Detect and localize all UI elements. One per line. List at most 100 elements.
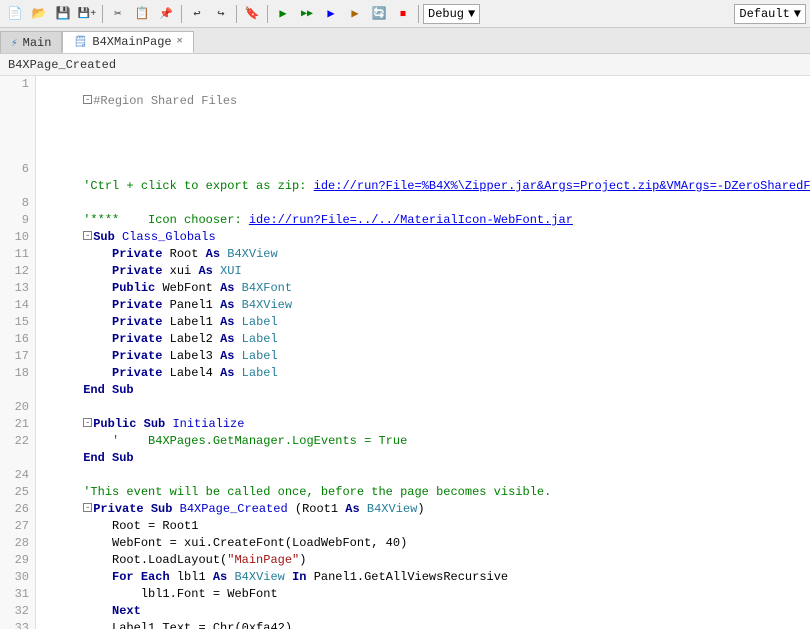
copy-btn[interactable]: 📋	[131, 3, 153, 25]
line-numbers: 1 2 3 4 5 6 7 8 9 10 11 12 13 14 15 16 1…	[0, 76, 36, 629]
code-comment-8a: '**** Icon chooser:	[83, 213, 249, 227]
run3-btn[interactable]: ▶	[320, 3, 342, 25]
ln-4: 4	[6, 127, 29, 144]
code-kw-as-14: As	[220, 315, 234, 329]
default-dropdown[interactable]: Default ▼	[734, 4, 806, 24]
code-plain-25: (Root1	[288, 502, 346, 516]
undo-btn[interactable]: ↩	[186, 3, 208, 25]
paste-btn[interactable]: 📌	[155, 3, 177, 25]
ln-3: 3	[6, 110, 29, 127]
code-kw-public-12: Public	[112, 281, 155, 295]
debug-chevron: ▼	[468, 7, 475, 21]
code-type-11: XUI	[220, 264, 242, 278]
code-space2-25	[360, 502, 367, 516]
code-kw-private-16: Private	[112, 349, 162, 363]
run4-btn[interactable]: ▶	[344, 3, 366, 25]
ln-5: 5	[6, 144, 29, 161]
ln-8: 8	[6, 195, 29, 212]
code-line-20: -Public Sub Initialize	[40, 399, 806, 416]
new-file-btn[interactable]: 📄	[4, 3, 26, 25]
default-label: Default	[739, 7, 789, 21]
fold-1[interactable]: -	[83, 95, 92, 104]
refresh-btn[interactable]: 🔄	[368, 3, 390, 25]
code-content[interactable]: -#Region Shared Files 'Ctrl + click to e…	[36, 76, 810, 629]
code-kw-as-17: As	[220, 366, 234, 380]
code-type-15: Label	[242, 332, 278, 346]
code-paren-25: )	[417, 502, 424, 516]
code-plain-17: Label4	[162, 366, 220, 380]
tab-main[interactable]: ⚡ Main	[0, 31, 62, 53]
code-kw-public-20: Public Sub	[93, 417, 165, 431]
ln-23: 23	[6, 450, 29, 467]
code-line-19	[40, 382, 806, 399]
b4x-tab-icon: 🗒	[73, 35, 87, 49]
ln-33: 33	[6, 620, 29, 629]
ln-30: 30	[6, 569, 29, 586]
run2-btn[interactable]: ▶▶	[296, 3, 318, 25]
code-plain-12: WebFont	[155, 281, 220, 295]
tab-close-btn[interactable]: ✕	[177, 37, 183, 47]
ln-12: 12	[6, 263, 29, 280]
code-link-8[interactable]: ide://run?File=../../MaterialIcon-WebFon…	[249, 213, 573, 227]
code-space-14	[234, 315, 241, 329]
ln-9: 9	[6, 212, 29, 229]
code-line-6: 'Ctrl + click to export as zip: ide://ru…	[40, 161, 806, 178]
code-space-15	[234, 332, 241, 346]
code-kw-in-29: In	[292, 570, 306, 584]
tab-b4xmainpage[interactable]: 🗒 B4XMainPage ✕	[62, 31, 193, 53]
sep3	[236, 5, 237, 23]
fold-25[interactable]: -	[83, 503, 92, 512]
debug-dropdown[interactable]: Debug ▼	[423, 4, 480, 24]
ln-32: 32	[6, 603, 29, 620]
code-kw-end-22: End Sub	[83, 451, 133, 465]
fold-9[interactable]: -	[83, 231, 92, 240]
ln-22: 22	[6, 433, 29, 450]
ln-13: 13	[6, 280, 29, 297]
code-comment-21: ' B4XPages.GetManager.LogEvents = True	[112, 434, 407, 448]
code-kw-private-11: Private	[112, 264, 162, 278]
code-plain-11: xui	[162, 264, 198, 278]
run-btn[interactable]: ▶	[272, 3, 294, 25]
ln-2: 2	[6, 93, 29, 110]
save-btn[interactable]: 💾	[52, 3, 74, 25]
ln-16: 16	[6, 331, 29, 348]
redo-btn[interactable]: ↪	[210, 3, 232, 25]
fold-20[interactable]: -	[83, 418, 92, 427]
code-kw-as-12: As	[220, 281, 234, 295]
code-kw-private-25: Private Sub	[93, 502, 172, 516]
bookmark-btn[interactable]: 🔖	[241, 3, 263, 25]
code-comment-24: 'This event will be called once, before …	[83, 485, 551, 499]
code-kw-private-17: Private	[112, 366, 162, 380]
code-space-13	[234, 298, 241, 312]
code-plain3-29: Panel1.GetAllViewsRecursive	[307, 570, 509, 584]
code-plain-15: Label2	[162, 332, 220, 346]
code-kw-next-31: Next	[112, 604, 141, 618]
open-btn[interactable]: 📂	[28, 3, 50, 25]
ln-17: 17	[6, 348, 29, 365]
code-kw-for-29: For Each	[112, 570, 170, 584]
save-all-btn[interactable]: 💾+	[76, 3, 98, 25]
stop-btn[interactable]: ⏹	[392, 3, 414, 25]
default-chevron: ▼	[794, 7, 801, 21]
ln-14: 14	[6, 297, 29, 314]
code-link-6[interactable]: ide://run?File=%B4X%\Zipper.jar&Args=Pro…	[314, 179, 810, 193]
ln-26: 26	[6, 501, 29, 518]
code-indent-17	[83, 366, 112, 380]
main-tab-icon: ⚡	[11, 36, 18, 50]
sep5	[418, 5, 419, 23]
code-type-14: Label	[242, 315, 278, 329]
ln-29: 29	[6, 552, 29, 569]
debug-label: Debug	[428, 7, 464, 21]
code-indent-21	[83, 434, 112, 448]
ln-18: 18	[6, 365, 29, 382]
code-kw-private-15: Private	[112, 332, 162, 346]
breadcrumb-text: B4XPage_Created	[8, 58, 116, 72]
code-type-16: Label	[242, 349, 278, 363]
code-kw-as-11: As	[198, 264, 212, 278]
code-kw-as-29: As	[213, 570, 227, 584]
code-indent-30: lbl1.Font = WebFont	[83, 587, 277, 601]
code-type-13: B4XView	[242, 298, 292, 312]
code-line-3	[40, 110, 806, 127]
cut-btn[interactable]: ✂	[107, 3, 129, 25]
ln-19: 19	[6, 382, 29, 399]
